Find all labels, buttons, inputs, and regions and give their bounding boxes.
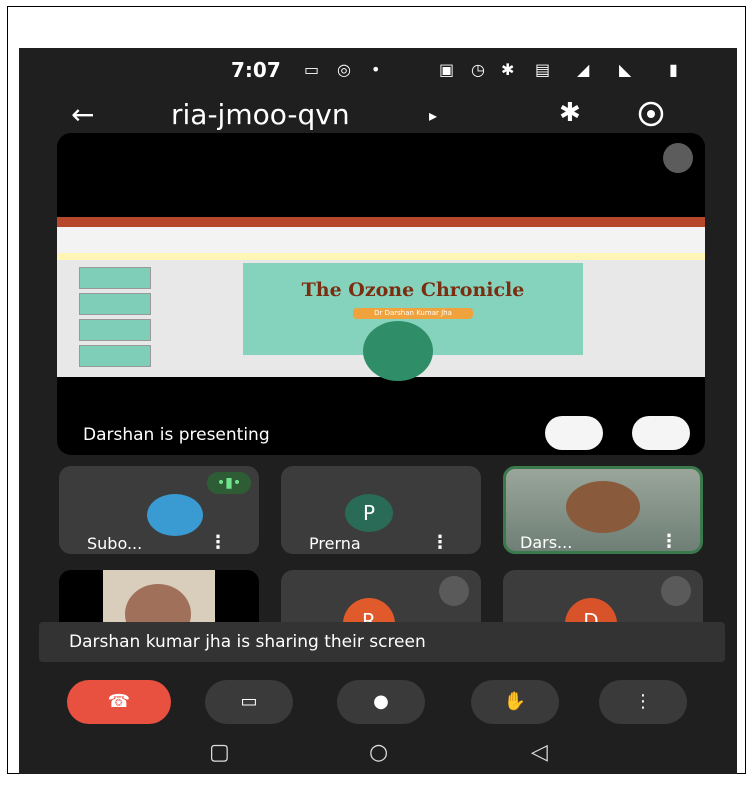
avatar [147, 494, 203, 536]
screen-share-toast: Darshan kumar jha is sharing their scree… [39, 622, 725, 662]
instagram-icon: ◎ [337, 60, 351, 79]
participant-tile[interactable]: Dars... ⋮ [503, 466, 703, 554]
participant-name: Subo... [87, 534, 143, 553]
notification-icon: ▭ [304, 60, 320, 79]
participant-tile[interactable]: P Prerna ⋮ [281, 466, 481, 554]
powerpoint-ribbon [57, 227, 705, 254]
current-slide: The Ozone Chronicle Dr Darshan Kumar Jha [243, 263, 583, 381]
end-call-icon[interactable]: ☎ [67, 680, 171, 724]
back-arrow-icon[interactable]: ← [71, 98, 94, 131]
mic-off-icon [661, 576, 691, 606]
camera-icon[interactable]: ▭ [205, 680, 293, 724]
data-speed-icon: ▤ [535, 60, 551, 79]
home-icon[interactable]: ○ [369, 740, 388, 765]
mic-off-icon [439, 576, 469, 606]
slide-title: The Ozone Chronicle [301, 279, 525, 301]
more-options-icon[interactable]: ⋮ [660, 531, 678, 551]
presentation-view[interactable]: The Ozone Chronicle Dr Darshan Kumar Jha… [57, 133, 705, 455]
fullscreen-icon[interactable] [632, 416, 690, 450]
signal-icon: ◢ [577, 60, 590, 79]
notice-bar [57, 253, 705, 260]
presenting-label: Darshan is presenting [83, 425, 270, 445]
shared-screen: The Ozone Chronicle Dr Darshan Kumar Jha [57, 217, 705, 381]
more-icon[interactable]: ⋮ [599, 680, 687, 724]
dot-icon: • [371, 60, 381, 79]
status-bar: 7:07 ▭ ◎ • ▣ ◷ ✱ ▤ ◢ ◣ ▮ [19, 48, 737, 92]
avatar: P [345, 494, 393, 532]
back-nav-icon[interactable]: ◁ [531, 740, 548, 765]
slide-thumbnail [79, 267, 151, 289]
mic-off-icon [663, 143, 693, 173]
nfc-icon: ▣ [439, 60, 455, 79]
vibrate-icon: ✱ [501, 60, 515, 79]
participant-name: Prerna [309, 534, 361, 553]
caret-right-icon[interactable]: ▸ [429, 106, 437, 125]
raise-hand-icon[interactable]: ✋ [471, 680, 559, 724]
camera-flip-icon[interactable] [637, 100, 665, 128]
mic-icon[interactable]: ● [337, 680, 425, 724]
signal-5g-icon: ◣ [619, 60, 632, 79]
battery-icon: ▮ [669, 60, 678, 79]
status-time: 7:07 [231, 58, 281, 82]
participant-face [566, 481, 640, 533]
recents-icon[interactable]: ▢ [209, 740, 230, 765]
speaking-indicator-icon: •▮• [207, 472, 251, 494]
phone-screen: 7:07 ▭ ◎ • ▣ ◷ ✱ ▤ ◢ ◣ ▮ ← ria-jmoo-qvn … [19, 48, 737, 774]
slide-thumbnail [79, 319, 151, 341]
more-options-icon[interactable]: ⋮ [209, 532, 227, 553]
participant-tile[interactable]: •▮• Subo... ⋮ [59, 466, 259, 554]
globe-illustration [363, 321, 433, 381]
bluetooth-icon[interactable]: ✱ [559, 98, 581, 128]
powerpoint-titlebar [57, 217, 705, 227]
alarm-icon: ◷ [471, 60, 485, 79]
slide-thumbnails [65, 263, 155, 373]
slide-thumbnail [79, 293, 151, 315]
slide-subtitle: Dr Darshan Kumar Jha [353, 308, 473, 319]
meeting-code[interactable]: ria-jmoo-qvn [171, 98, 350, 131]
slide-thumbnail [79, 345, 151, 367]
participant-name: Dars... [520, 533, 573, 552]
android-nav-bar: ▢ ○ ◁ [19, 732, 737, 774]
more-options-icon[interactable]: ⋮ [431, 532, 449, 553]
call-controls: ☎ ▭ ● ✋ ⋮ [19, 666, 737, 726]
pin-icon[interactable] [545, 416, 603, 450]
